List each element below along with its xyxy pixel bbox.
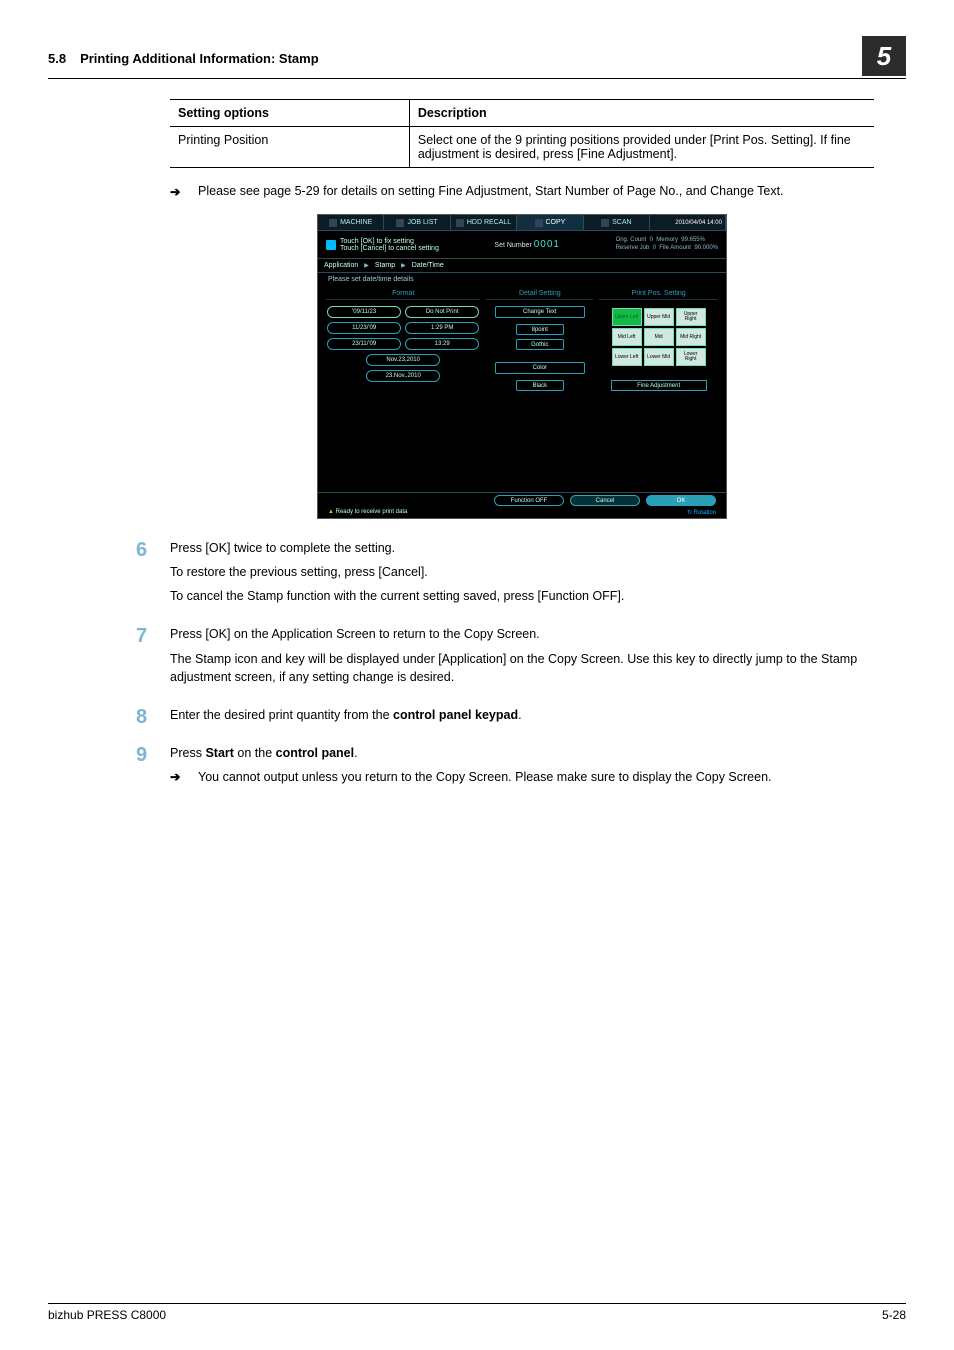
breadcrumb: Application Stamp Date/Time	[318, 259, 726, 273]
step-8: 8 Enter the desired print quantity from …	[170, 706, 874, 730]
footer-page: 5-28	[882, 1308, 906, 1322]
section-title: Printing Additional Information: Stamp	[80, 51, 862, 66]
step-7: 7 Press [OK] on the Application Screen t…	[170, 625, 874, 691]
format-date-3[interactable]: 23/11/'09	[327, 338, 401, 350]
step-9-text: Press Start on the control panel.	[170, 744, 772, 762]
color-display: Black	[516, 380, 564, 391]
function-off-button[interactable]: Function OFF	[494, 495, 564, 506]
format-date-1[interactable]: '09/11/23	[327, 306, 401, 318]
pos-mid-right[interactable]: Mid Right	[676, 328, 706, 346]
format-date-2[interactable]: 11/23/'09	[327, 322, 401, 334]
color-button[interactable]: Color	[495, 362, 585, 374]
pos-mid[interactable]: Mid	[644, 328, 674, 346]
step-number: 7	[136, 625, 170, 691]
touch-panel-screenshot: MACHINE JOB LIST HDD RECALL COPY SCAN 20…	[317, 214, 727, 519]
step-9: 9 Press Start on the control panel. ➔ Yo…	[170, 744, 874, 786]
format-date-5[interactable]: 23.Nov.,2010	[366, 370, 440, 382]
step-6: 6 Press [OK] twice to complete the setti…	[170, 539, 874, 611]
subtitle: Please set date/time details	[318, 273, 726, 286]
crumb-datetime: Date/Time	[412, 262, 444, 269]
tab-copy[interactable]: COPY	[517, 215, 583, 230]
column-format: Format '09/11/23 Do Not Print 11/23/'09 1:…	[326, 290, 480, 486]
status-ready: Ready to receive print data	[336, 509, 408, 515]
tab-scan[interactable]: SCAN	[584, 215, 650, 230]
detail-heading: Detail Setting	[486, 290, 593, 300]
chapter-badge: 5	[862, 36, 906, 76]
format-time-1[interactable]: Do Not Print	[405, 306, 479, 318]
tab-joblist[interactable]: JOB LIST	[384, 215, 450, 230]
setnumber-value: 0001	[534, 239, 560, 250]
pos-lower-mid[interactable]: Lower Mid	[644, 348, 674, 366]
position-grid: Upper Left Upper Mid Upper Right Mid Lef…	[599, 308, 718, 366]
format-date-4[interactable]: Nov.23,2010	[366, 354, 440, 366]
format-heading: Format	[326, 290, 480, 300]
footer-product: bizhub PRESS C8000	[48, 1308, 166, 1322]
touch-panel-footer: Function OFF Cancel OK ▲ Ready to receiv…	[318, 492, 726, 518]
page-header: 5.8 Printing Additional Information: Sta…	[48, 40, 906, 79]
cell-printing-position-desc: Select one of the 9 printing positions p…	[409, 127, 874, 168]
step-9-subtext: You cannot output unless you return to t…	[198, 770, 772, 784]
pos-lower-left[interactable]: Lower Left	[612, 348, 642, 366]
pos-upper-left[interactable]: Upper Left	[612, 308, 642, 326]
info-icon	[326, 240, 336, 250]
chevron-right-icon	[399, 262, 408, 269]
column-detail: Detail Setting Change Text 8point Gothic…	[486, 290, 593, 486]
step-6-text-1: Press [OK] twice to complete the setting…	[170, 539, 624, 557]
chevron-right-icon	[362, 262, 371, 269]
setnumber-label: Set Number	[494, 242, 531, 249]
change-text-button[interactable]: Change Text	[495, 306, 585, 318]
rotation-indicator: ↻ Rotation	[687, 509, 716, 516]
pos-upper-mid[interactable]: Upper Mid	[644, 308, 674, 326]
machine-icon	[329, 219, 337, 227]
fine-adjustment-button[interactable]: Fine Adjustment	[611, 380, 707, 391]
step-number: 8	[136, 706, 170, 730]
info-line-2: Touch [Cancel] to cancel setting	[340, 245, 439, 252]
status-block: Orig. Count 0 Memory 99.655% Reserve Job…	[616, 237, 718, 253]
step-7-text-1: Press [OK] on the Application Screen to …	[170, 625, 874, 643]
ok-button[interactable]: OK	[646, 495, 716, 506]
tab-hdd-recall[interactable]: HDD RECALL	[451, 215, 517, 230]
table-row: Printing Position Select one of the 9 pr…	[170, 127, 874, 168]
page-footer: bizhub PRESS C8000 5-28	[48, 1303, 906, 1322]
column-position: Print Pos. Setting Upper Left Upper Mid …	[599, 290, 718, 486]
joblist-icon	[396, 219, 404, 227]
crumb-application[interactable]: Application	[324, 262, 358, 269]
reference-note: ➔ Please see page 5-29 for details on se…	[170, 184, 874, 198]
settings-table: Setting options Description Printing Pos…	[170, 99, 874, 168]
info-line-1: Touch [OK] to fix setting	[340, 238, 439, 245]
pos-lower-right[interactable]: Lower Right	[676, 348, 706, 366]
tab-datetime: 2010/04/04 14:00	[650, 215, 726, 230]
tab-machine[interactable]: MACHINE	[318, 215, 384, 230]
scan-icon	[601, 219, 609, 227]
copy-icon	[535, 219, 543, 227]
arrow-icon: ➔	[170, 184, 180, 199]
col-description: Description	[409, 100, 874, 127]
step-6-text-3: To cancel the Stamp function with the cu…	[170, 587, 624, 605]
section-number: 5.8	[48, 51, 66, 66]
pos-mid-left[interactable]: Mid Left	[612, 328, 642, 346]
cell-printing-position: Printing Position	[170, 127, 409, 168]
step-6-text-2: To restore the previous setting, press […	[170, 563, 624, 581]
format-time-3[interactable]: 13:29	[405, 338, 479, 350]
step-number: 6	[136, 539, 170, 611]
info-bar: Touch [OK] to fix setting Touch [Cancel]…	[318, 231, 726, 259]
reference-text: Please see page 5-29 for details on sett…	[198, 184, 784, 198]
warning-icon: ▲	[328, 509, 334, 515]
format-time-2[interactable]: 1:29 PM	[405, 322, 479, 334]
tab-bar: MACHINE JOB LIST HDD RECALL COPY SCAN 20…	[318, 215, 726, 231]
hdd-icon	[456, 219, 464, 227]
step-9-subnote: ➔ You cannot output unless you return to…	[170, 768, 772, 786]
step-7-text-2: The Stamp icon and key will be displayed…	[170, 650, 874, 686]
arrow-icon: ➔	[170, 768, 180, 786]
col-settings: Setting options	[170, 100, 409, 127]
crumb-stamp[interactable]: Stamp	[375, 262, 395, 269]
cancel-button[interactable]: Cancel	[570, 495, 640, 506]
position-heading: Print Pos. Setting	[599, 290, 718, 300]
step-number: 9	[136, 744, 170, 786]
font-display: Gothic	[516, 339, 564, 350]
size-display: 8point	[516, 324, 564, 335]
step-8-text: Enter the desired print quantity from th…	[170, 706, 522, 724]
pos-upper-right[interactable]: Upper Right	[676, 308, 706, 326]
